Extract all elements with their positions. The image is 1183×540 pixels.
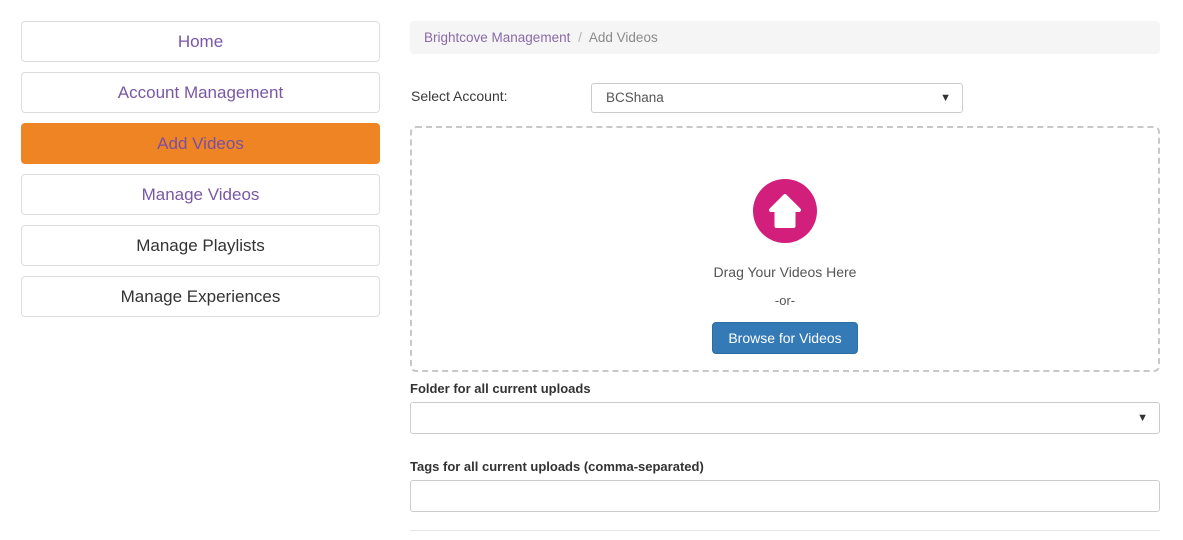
main-content: Brightcove Management / Add Videos Selec… [410,21,1160,531]
sidebar-item-label: Add Videos [157,134,244,153]
breadcrumb-parent-link[interactable]: Brightcove Management [424,30,570,45]
video-dropzone[interactable]: Drag Your Videos Here -or- Browse for Vi… [410,126,1160,372]
sidebar-item-label: Manage Playlists [136,236,265,255]
section-divider [410,530,1160,531]
chevron-down-icon: ▼ [1137,412,1148,424]
sidebar-item-label: Manage Experiences [120,287,281,306]
sidebar-item-label: Home [177,32,224,51]
dropzone-drag-text: Drag Your Videos Here [713,264,857,280]
tags-field-label: Tags for all current uploads (comma-sepa… [410,459,704,474]
browse-for-videos-button[interactable]: Browse for Videos [712,322,858,354]
upload-arrow-icon [753,179,817,243]
sidebar-item-manage-videos[interactable]: Manage Videos [21,174,380,215]
dropzone-inner: Drag Your Videos Here -or- Browse for Vi… [412,179,1158,354]
sidebar-nav: Home Account Management Add Videos Manag… [21,21,380,327]
account-select[interactable]: BCShana ▼ [591,83,963,113]
breadcrumb: Brightcove Management / Add Videos [410,21,1160,54]
breadcrumb-separator: / [578,30,582,45]
folder-field-label: Folder for all current uploads [410,381,591,396]
breadcrumb-current: Add Videos [588,30,658,45]
sidebar-item-manage-experiences[interactable]: Manage Experiences [21,276,380,317]
sidebar-item-add-videos[interactable]: Add Videos [21,123,380,164]
field-spacer [410,434,1160,450]
folder-select[interactable]: ▼ [410,402,1160,434]
dropzone-or-text: -or- [774,293,796,308]
sidebar-item-manage-playlists[interactable]: Manage Playlists [21,225,380,266]
sidebar-item-home[interactable]: Home [21,21,380,62]
sidebar-item-label: Account Management [117,83,284,102]
select-account-row: Select Account: BCShana ▼ [410,83,1160,113]
sidebar-item-account-management[interactable]: Account Management [21,72,380,113]
account-select-value: BCShana [606,90,664,105]
sidebar-item-label: Manage Videos [141,185,260,204]
select-account-label: Select Account: [411,88,508,104]
chevron-down-icon: ▼ [940,92,951,104]
tags-input-wrapper[interactable] [410,480,1160,512]
